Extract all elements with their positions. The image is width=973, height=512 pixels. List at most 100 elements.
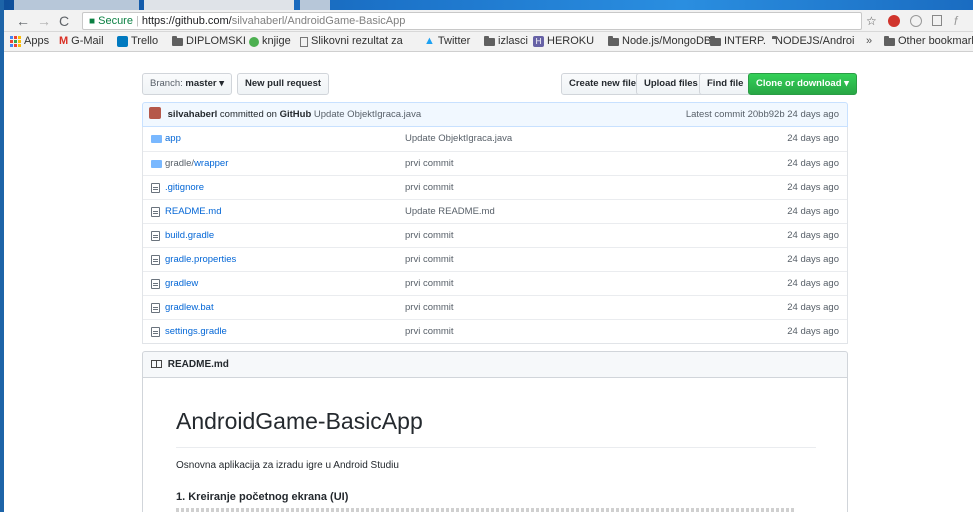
bookmark-diplomski[interactable]: DIPLOMSKI <box>172 32 246 51</box>
file-name-link[interactable]: build.gradle <box>165 224 214 247</box>
file-commit-message[interactable]: prvi commit <box>405 272 454 295</box>
browser-tab[interactable] <box>14 0 139 10</box>
browser-window: ← → C ■ Secure | https://github.com/silvah… <box>0 0 973 512</box>
bookmark-label: Trello <box>131 35 159 47</box>
file-row: build.gradle prvi commit 24 days ago <box>143 223 847 247</box>
folder-icon <box>172 35 183 46</box>
branch-select-button[interactable]: Branch: master ▾ <box>142 73 232 95</box>
commit-message[interactable]: Update ObjektIgraca.java <box>314 109 421 120</box>
bookmark-label: Other bookmarks <box>898 35 973 47</box>
book-icon <box>151 360 162 368</box>
folder-icon <box>608 35 619 46</box>
file-name-link[interactable]: gradle/wrapper <box>165 152 228 175</box>
file-name-link[interactable]: gradlew.bat <box>165 296 214 319</box>
file-age: 24 days ago <box>787 254 839 265</box>
readme-title: AndroidGame-BasicApp <box>176 408 423 434</box>
file-age: 24 days ago <box>787 302 839 313</box>
file-row: README.md Update README.md 24 days ago <box>143 199 847 223</box>
folder-icon <box>884 35 895 46</box>
bookmark-gmail[interactable]: M G-Mail <box>59 32 104 51</box>
trello-icon <box>117 36 128 47</box>
new-pull-request-button[interactable]: New pull request <box>237 73 330 95</box>
lock-icon: ■ <box>89 16 96 27</box>
bookmark-heroku[interactable]: H HEROKU <box>533 32 594 51</box>
folder-icon <box>710 35 721 46</box>
bookmark-slikovni[interactable]: Slikovni rezultat za <box>300 32 418 51</box>
heroku-icon: H <box>533 36 544 47</box>
extension-f-icon[interactable]: f <box>954 13 957 29</box>
file-age: 24 days ago <box>787 133 839 144</box>
file-age: 24 days ago <box>787 158 839 169</box>
extension-icon[interactable] <box>910 15 922 27</box>
bookmark-label: DIPLOMSKI <box>186 35 246 47</box>
bookmarks-overflow-button[interactable]: » <box>866 32 872 51</box>
bookmarks-bar: Apps M G-Mail Trello DIPLOMSKI knjige Sl… <box>4 32 973 52</box>
browser-tab-active[interactable] <box>144 0 294 10</box>
address-bar-row: ← → C ■ Secure | https://github.com/silvah… <box>4 10 973 32</box>
file-name-link[interactable]: app <box>165 127 181 150</box>
star-icon[interactable]: ☆ <box>866 13 877 29</box>
file-age: 24 days ago <box>787 326 839 337</box>
bookmark-izlasci[interactable]: izlasci <box>484 32 528 51</box>
bookmark-label: Twitter <box>437 35 471 47</box>
forward-arrow-icon[interactable]: → <box>37 13 51 29</box>
file-commit-message[interactable]: prvi commit <box>405 296 454 319</box>
file-commit-message[interactable]: prvi commit <box>405 152 454 175</box>
title-divider <box>176 447 816 448</box>
new-tab-button[interactable] <box>300 0 330 10</box>
bookmark-knjige[interactable]: knjige <box>249 32 291 51</box>
file-commit-message[interactable]: prvi commit <box>405 176 454 199</box>
clone-download-button[interactable]: Clone or download ▾ <box>748 73 857 95</box>
file-age: 24 days ago <box>787 278 839 289</box>
file-name-link[interactable]: gradlew <box>165 272 198 295</box>
bookmark-twitter[interactable]: ▲ Twitter <box>424 32 470 51</box>
branch-prefix: Branch: <box>150 78 183 89</box>
file-commit-message[interactable]: Update README.md <box>405 200 495 223</box>
twitter-icon: ▲ <box>424 35 435 47</box>
readme-intro: Osnovna aplikacija za izradu igre u Andr… <box>176 460 399 471</box>
bookmark-label: HEROKU <box>547 35 595 47</box>
bookmark-apps[interactable]: Apps <box>10 32 49 51</box>
find-file-button[interactable]: Find file <box>699 73 752 95</box>
cast-icon[interactable] <box>932 15 942 26</box>
create-new-file-button[interactable]: Create new file <box>561 73 645 95</box>
file-name-part: wrapper <box>194 158 229 169</box>
file-row: .gitignore prvi commit 24 days ago <box>143 175 847 199</box>
bookmark-nodejs-android[interactable]: NODEJS/AndroidA <box>772 32 855 51</box>
window-border <box>0 0 4 512</box>
commit-platform[interactable]: GitHub <box>280 109 312 120</box>
other-bookmarks[interactable]: Other bookmarks <box>884 32 973 51</box>
upload-files-button[interactable]: Upload files <box>636 73 706 95</box>
reload-icon[interactable]: C <box>59 13 69 29</box>
file-commit-message[interactable]: prvi commit <box>405 224 454 247</box>
file-name-link[interactable]: .gitignore <box>165 176 204 199</box>
gmail-icon: M <box>59 35 69 47</box>
bookmark-nodejs-mongodb[interactable]: Node.js/MongoDB <box>608 32 711 51</box>
latest-commit-info[interactable]: Latest commit 20bb92b 24 days ago <box>686 103 839 126</box>
bookmark-label: Node.js/MongoDB <box>622 35 712 47</box>
file-commit-message[interactable]: prvi commit <box>405 320 454 343</box>
address-input[interactable]: ■ Secure | https://github.com/silvahaberl/… <box>82 12 862 30</box>
file-icon <box>151 231 160 241</box>
commit-author[interactable]: silvahaberl <box>168 109 218 120</box>
file-icon <box>151 279 160 289</box>
avatar[interactable] <box>149 107 161 119</box>
readme-section-heading: 1. Kreiranje početnog ekrana (UI) <box>176 491 349 503</box>
url-path: silvahaberl/AndroidGame-BasicApp <box>231 15 406 27</box>
file-commit-message[interactable]: prvi commit <box>405 248 454 271</box>
back-arrow-icon[interactable]: ← <box>16 13 30 29</box>
file-row: gradle.properties prvi commit 24 days ag… <box>143 247 847 271</box>
file-age: 24 days ago <box>787 206 839 217</box>
bookmark-interp[interactable]: INTERP. <box>710 32 766 51</box>
file-row: gradlew prvi commit 24 days ago <box>143 271 847 295</box>
file-name-link[interactable]: gradle.properties <box>165 248 236 271</box>
file-commit-message[interactable]: Update ObjektIgraca.java <box>405 127 512 150</box>
readme-body: AndroidGame-BasicApp Osnovna aplikacija … <box>142 378 848 512</box>
file-icon <box>151 207 160 217</box>
bookmark-trello[interactable]: Trello <box>117 32 158 51</box>
cut-off-text-line <box>176 508 796 512</box>
adblock-icon[interactable] <box>888 15 900 27</box>
file-name-link[interactable]: README.md <box>165 200 221 223</box>
file-name-link[interactable]: settings.gradle <box>165 320 227 343</box>
file-icon <box>151 303 160 313</box>
